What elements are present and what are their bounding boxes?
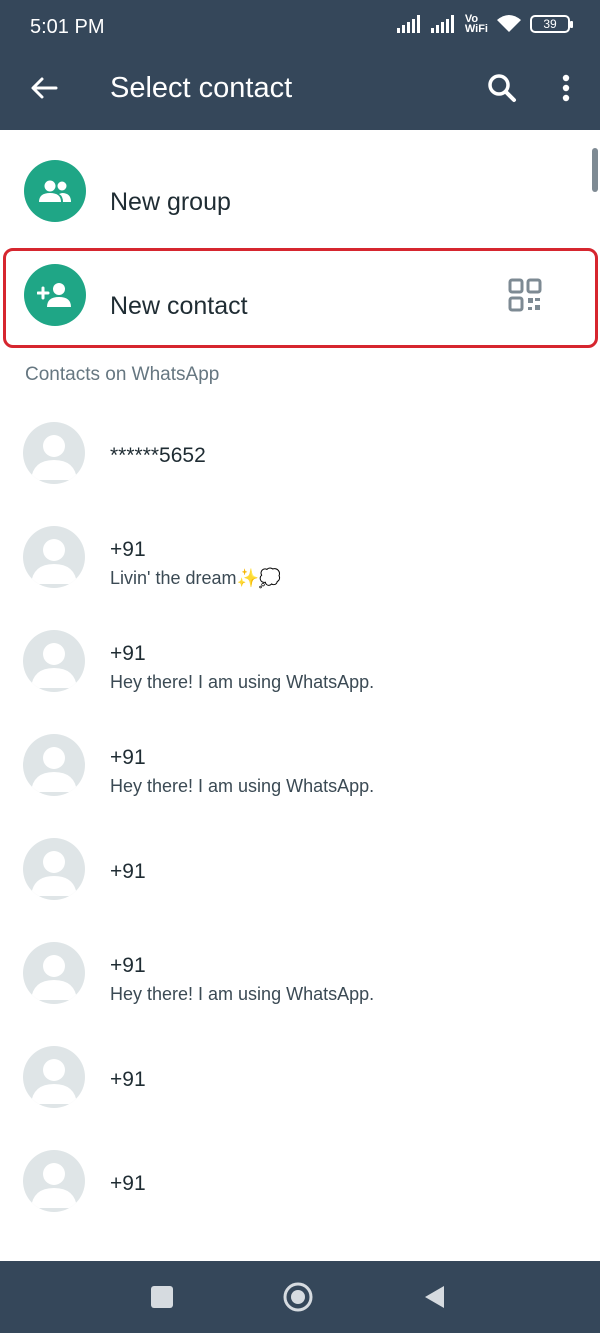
contact-row[interactable]: ******5652 (0, 394, 600, 498)
signal-icon (396, 15, 420, 33)
contact-row[interactable]: +91 (0, 1018, 600, 1122)
default-avatar-icon (31, 747, 77, 792)
home-button[interactable] (278, 1277, 318, 1317)
recent-apps-button[interactable] (142, 1277, 182, 1317)
more-options-button[interactable] (548, 70, 584, 106)
triangle-back-icon (425, 1286, 444, 1308)
contact-row[interactable]: +91 (0, 1122, 600, 1226)
contact-name: +91 (110, 1068, 146, 1091)
contact-status: Hey there! I am using WhatsApp. (110, 776, 375, 796)
avatar (23, 630, 85, 692)
search-icon (488, 74, 516, 102)
back-button[interactable] (26, 70, 62, 106)
default-avatar-icon (31, 851, 77, 896)
contact-row[interactable]: +91 Hey there! I am using WhatsApp. (0, 914, 600, 1018)
contact-status: Livin' the dream✨💭 (110, 568, 282, 588)
wifi-icon (497, 15, 521, 32)
battery-icon: 39 (530, 15, 573, 33)
default-avatar-icon (31, 1059, 77, 1104)
contact-name: ******5652 (110, 444, 206, 467)
status-time: 5:01 PM (30, 16, 105, 38)
battery-level: 39 (543, 17, 557, 31)
default-avatar-icon (31, 643, 77, 688)
contact-list[interactable]: New group New contact Contacts on WhatsA… (0, 130, 600, 1261)
status-icons: Vo WiFi 39 (396, 13, 573, 35)
new-group-label: New group (110, 188, 231, 216)
signal-icon-2 (430, 15, 454, 33)
avatar (23, 422, 85, 484)
contact-name: +91 (110, 538, 146, 561)
default-avatar-icon (31, 955, 77, 1000)
contact-status: Hey there! I am using WhatsApp. (110, 672, 375, 692)
back-arrow-icon (31, 77, 58, 99)
contact-name: +91 (110, 642, 146, 665)
contact-name: +91 (110, 746, 146, 769)
square-icon (151, 1286, 173, 1308)
new-group-row[interactable]: New group (0, 140, 600, 244)
group-icon (24, 160, 86, 222)
contact-name: +91 (110, 954, 146, 977)
contact-row[interactable]: +91 Livin' the dream✨💭 (0, 498, 600, 602)
back-nav-button[interactable] (414, 1277, 454, 1317)
default-avatar-icon (31, 1163, 77, 1208)
search-button[interactable] (484, 70, 520, 106)
home-circle-icon (283, 1282, 313, 1312)
page-title: Select contact (110, 72, 293, 104)
avatar (23, 526, 85, 588)
avatar (23, 942, 85, 1004)
qr-code-icon (508, 278, 542, 312)
avatar (23, 734, 85, 796)
default-avatar-icon (31, 539, 77, 584)
avatar (23, 1046, 85, 1108)
contact-row[interactable]: +91 Hey there! I am using WhatsApp. (0, 706, 600, 810)
navigation-bar (0, 1261, 600, 1333)
contact-row[interactable]: +91 (0, 810, 600, 914)
app-bar: Select contact (0, 52, 600, 130)
vowifi-label: Vo WiFi (464, 13, 488, 35)
contact-name: +91 (110, 860, 146, 883)
default-avatar-icon (31, 435, 77, 480)
avatar (23, 838, 85, 900)
contact-name: +91 (110, 1172, 146, 1195)
section-header: Contacts on WhatsApp (25, 364, 220, 385)
contact-status: Hey there! I am using WhatsApp. (110, 984, 375, 1004)
qr-code-button[interactable] (508, 278, 546, 316)
contact-row[interactable]: +91 Hey there! I am using WhatsApp. (0, 602, 600, 706)
more-vertical-icon (562, 74, 570, 102)
scrollbar-thumb[interactable] (592, 148, 598, 192)
status-bar: 5:01 PM Vo WiFi 39 (0, 0, 600, 52)
avatar (23, 1150, 85, 1212)
